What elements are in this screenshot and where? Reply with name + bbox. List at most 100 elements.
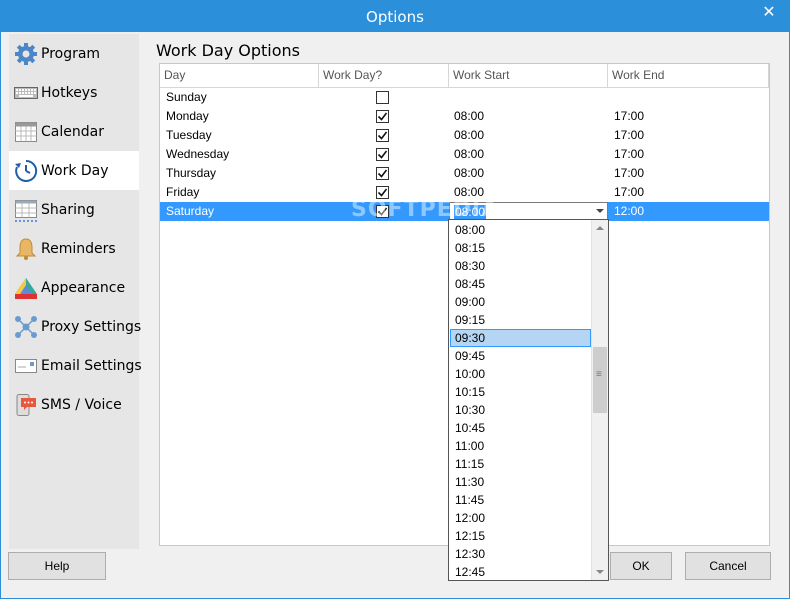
cell-day: Monday <box>166 109 209 123</box>
sidebar-item-label: Sharing <box>41 202 95 218</box>
checkmark-icon <box>377 169 388 178</box>
cell-day: Sunday <box>166 90 207 104</box>
checkmark-icon <box>377 112 388 121</box>
list-item[interactable]: 11:30 <box>450 473 591 491</box>
sidebar-item-proxy-settings[interactable]: Proxy Settings <box>9 307 142 346</box>
cell-day: Thursday <box>166 166 217 180</box>
sidebar-item-work-day[interactable]: Work Day <box>9 151 139 190</box>
column-header-work-start[interactable]: Work Start <box>449 64 608 88</box>
list-item[interactable]: 12:30 <box>450 545 591 563</box>
list-item[interactable]: 08:00 <box>450 221 591 239</box>
envelope-icon <box>15 359 37 373</box>
list-item[interactable]: 10:15 <box>450 383 591 401</box>
list-item[interactable]: 08:15 <box>450 239 591 257</box>
table-row[interactable]: Thursday 08:00 17:00 <box>160 164 769 183</box>
title-bar[interactable]: Options ✕ <box>1 1 789 32</box>
list-item[interactable]: 08:30 <box>450 257 591 275</box>
work-day-checkbox[interactable] <box>376 91 389 104</box>
chevron-down-icon[interactable] <box>596 209 604 213</box>
ok-button[interactable]: OK <box>610 552 672 580</box>
work-day-checkbox[interactable] <box>376 110 389 123</box>
grid-header: Day Work Day? Work Start Work End <box>160 64 769 88</box>
list-item[interactable]: 11:00 <box>450 437 591 455</box>
sidebar-item-email-settings[interactable]: Email Settings <box>9 346 142 385</box>
sms-bubble-icon <box>16 394 36 416</box>
sidebar-item-label: Appearance <box>41 280 126 296</box>
sidebar-item-label: Program <box>41 46 101 62</box>
work-start-dropdown-list[interactable]: 08:00 08:15 08:30 08:45 09:00 09:15 09:3… <box>448 219 609 581</box>
sidebar-item-hotkeys[interactable]: Hotkeys <box>9 73 139 112</box>
sidebar: Program Hotkeys Calendar Work Day Sharin… <box>9 34 142 549</box>
checkmark-icon <box>377 150 388 159</box>
work-day-checkbox[interactable] <box>376 148 389 161</box>
table-row[interactable]: Monday 08:00 17:00 <box>160 107 769 126</box>
sidebar-item-label: Hotkeys <box>41 85 98 101</box>
cell-work-end[interactable]: 17:00 <box>614 164 644 183</box>
column-header-day[interactable]: Day <box>160 64 319 88</box>
sidebar-item-sharing[interactable]: Sharing <box>9 190 139 229</box>
gear-icon <box>15 43 37 65</box>
keyboard-icon <box>14 87 38 99</box>
list-item[interactable]: 12:00 <box>450 509 591 527</box>
scrollbar-thumb[interactable] <box>593 347 607 413</box>
network-icon <box>15 316 37 338</box>
column-header-work-end[interactable]: Work End <box>608 64 769 88</box>
section-title: Work Day Options <box>156 41 301 60</box>
sidebar-item-reminders[interactable]: Reminders <box>9 229 139 268</box>
bell-icon <box>15 238 37 260</box>
cell-work-end[interactable]: 17:00 <box>614 183 644 202</box>
work-day-checkbox[interactable] <box>376 167 389 180</box>
cell-day: Saturday <box>166 204 215 218</box>
sidebar-item-label: Work Day <box>41 163 109 179</box>
cell-work-end[interactable]: 17:00 <box>614 107 644 126</box>
cell-work-start[interactable]: 08:00 <box>454 164 484 183</box>
scroll-up-icon[interactable] <box>592 220 608 237</box>
column-header-work-day[interactable]: Work Day? <box>319 64 449 88</box>
clock-icon <box>15 159 38 182</box>
list-item[interactable]: 09:00 <box>450 293 591 311</box>
sharing-grid-icon <box>15 200 37 222</box>
table-row[interactable]: Sunday <box>160 88 769 107</box>
scroll-down-icon[interactable] <box>592 563 608 580</box>
close-icon[interactable]: ✕ <box>754 2 784 24</box>
sidebar-item-calendar[interactable]: Calendar <box>9 112 139 151</box>
list-item-highlighted[interactable]: 09:30 <box>450 329 591 347</box>
calendar-icon <box>15 122 37 142</box>
list-item[interactable]: 10:00 <box>450 365 591 383</box>
cell-work-end[interactable]: 17:00 <box>614 145 644 164</box>
work-day-checkbox[interactable] <box>376 129 389 142</box>
sidebar-item-label: Calendar <box>41 124 104 140</box>
list-item[interactable]: 12:45 <box>450 563 591 581</box>
sidebar-item-appearance[interactable]: Appearance <box>9 268 139 307</box>
cell-work-start[interactable]: 08:00 <box>454 107 484 126</box>
help-button[interactable]: Help <box>8 552 106 580</box>
sidebar-item-sms-voice[interactable]: SMS / Voice <box>9 385 139 424</box>
cell-day: Wednesday <box>166 147 230 161</box>
table-row[interactable]: Tuesday 08:00 17:00 <box>160 126 769 145</box>
palette-icon <box>15 278 37 299</box>
list-item[interactable]: 10:45 <box>450 419 591 437</box>
list-item[interactable]: 11:45 <box>450 491 591 509</box>
cell-work-end[interactable]: 17:00 <box>614 126 644 145</box>
list-item[interactable]: 08:45 <box>450 275 591 293</box>
list-item[interactable]: 11:15 <box>450 455 591 473</box>
sidebar-item-label: Reminders <box>41 241 116 257</box>
checkmark-icon <box>377 131 388 140</box>
cell-work-end[interactable]: 12:00 <box>614 202 644 221</box>
sidebar-item-label: Proxy Settings <box>41 319 142 335</box>
cell-work-start[interactable]: 08:00 <box>454 145 484 164</box>
table-row[interactable]: Wednesday 08:00 17:00 <box>160 145 769 164</box>
cell-work-start[interactable]: 08:00 <box>454 126 484 145</box>
list-item[interactable]: 12:15 <box>450 527 591 545</box>
cell-day: Friday <box>166 185 200 199</box>
options-window: Options ✕ Program Hotkeys Calendar Work … <box>0 0 790 599</box>
sidebar-item-label: SMS / Voice <box>41 397 122 413</box>
list-item[interactable]: 10:30 <box>450 401 591 419</box>
sidebar-item-program[interactable]: Program <box>9 34 139 73</box>
sidebar-item-label: Email Settings <box>41 358 142 374</box>
list-item[interactable]: 09:15 <box>450 311 591 329</box>
cell-day: Tuesday <box>166 128 212 142</box>
list-item[interactable]: 09:45 <box>450 347 591 365</box>
cancel-button[interactable]: Cancel <box>685 552 771 580</box>
dropdown-scrollbar[interactable] <box>591 220 608 580</box>
